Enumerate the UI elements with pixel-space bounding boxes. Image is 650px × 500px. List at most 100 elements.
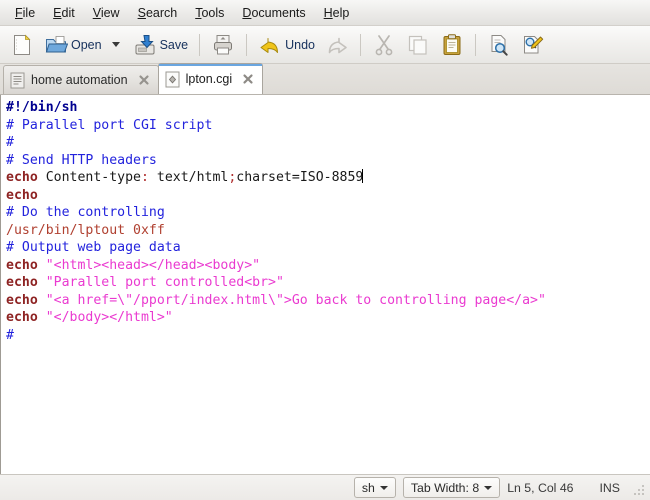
find-icon <box>491 34 508 56</box>
toolbar-separator-2 <box>246 33 248 56</box>
menu-documents-label: ocuments <box>251 5 306 20</box>
tab-home-automation-close-icon[interactable] <box>137 73 151 87</box>
code-line: # <box>6 134 649 152</box>
code-line: echo <box>6 187 649 205</box>
code-token: Content-type <box>37 170 141 185</box>
menu-view[interactable]: View <box>84 3 129 23</box>
code-token: "</body></html>" <box>45 310 173 325</box>
source-code-view[interactable]: #!/bin/sh # Parallel port CGI script # # Se… <box>1 95 649 344</box>
gedit-window: File Edit View Search Tools Documents He… <box>0 0 650 500</box>
replace-button[interactable] <box>516 29 550 61</box>
code-line: /usr/bin/lptout 0xff <box>6 222 649 240</box>
menu-edit[interactable]: Edit <box>44 3 84 23</box>
toolbar-separator-1 <box>199 33 201 56</box>
menu-view-mnemonic: V <box>92 5 101 20</box>
code-line: # Parallel port CGI script <box>6 117 649 135</box>
cut-button <box>367 29 401 61</box>
menu-file[interactable]: File <box>6 3 44 23</box>
open-dropdown-arrow-icon[interactable] <box>111 42 120 47</box>
code-line: echo "<html><head></head><body>" <box>6 257 649 275</box>
code-token: : <box>140 170 149 185</box>
code-token: # Parallel port CGI script <box>6 117 213 133</box>
menu-view-label: iew <box>100 5 120 20</box>
menu-edit-mnemonic: E <box>53 5 62 20</box>
code-line: # Send HTTP headers <box>6 152 649 170</box>
resize-grip[interactable] <box>634 481 646 495</box>
menu-help-label: elp <box>332 5 350 20</box>
new-button[interactable] <box>5 29 39 61</box>
code-token: echo <box>6 170 38 185</box>
code-token: # Do the controlling <box>6 205 165 220</box>
menu-documents[interactable]: Documents <box>233 3 314 23</box>
code-token: # <box>6 327 14 343</box>
paste-button[interactable] <box>435 29 469 61</box>
open-folder-icon <box>45 35 68 52</box>
menu-help-mnemonic: H <box>323 5 333 20</box>
find-button[interactable] <box>482 29 516 61</box>
code-line: echo "<a href=\"/pport/index.html\">Go b… <box>6 292 649 310</box>
code-line: echo "</body></html>" <box>6 309 649 327</box>
code-token: # Send HTTP headers <box>6 152 157 168</box>
tab-home-automation[interactable]: home automation <box>3 65 159 94</box>
find-replace-icon <box>523 35 544 53</box>
script-file-icon <box>165 71 180 87</box>
tab-width-dropdown-arrow-icon <box>484 485 493 490</box>
clipboard-paste-icon <box>443 33 461 55</box>
menu-help[interactable]: Help <box>315 3 359 23</box>
print-button[interactable] <box>206 29 240 61</box>
tab-lpton-cgi[interactable]: lpton.cgi <box>157 63 264 94</box>
copy-icon <box>408 35 427 55</box>
menu-file-mnemonic: F <box>15 5 23 20</box>
toolbar-separator-3 <box>359 33 361 56</box>
code-line: # Do the controlling <box>6 204 649 222</box>
menu-tools-label: ools <box>201 5 225 20</box>
code-token: # <box>6 135 14 150</box>
code-token: text/html <box>148 170 229 185</box>
tab-bar: home automation lpton.cgi <box>0 63 650 95</box>
tab-lpton-cgi-close-icon[interactable] <box>241 72 255 86</box>
menu-edit-label: dit <box>61 5 75 20</box>
save-button[interactable]: Save <box>128 29 194 61</box>
save-disk-icon <box>135 34 155 54</box>
code-token: "<html><head></head><body>" <box>45 257 261 273</box>
menu-search-label: earch <box>145 5 178 20</box>
menu-file-label: ile <box>22 5 36 20</box>
code-line: # <box>6 327 649 345</box>
code-token: "<a href=\"/pport/index.html\">Go back t… <box>45 292 546 308</box>
undo-arrow-icon <box>260 37 279 53</box>
language-selector[interactable]: sh <box>353 477 396 498</box>
copy-button <box>401 29 435 61</box>
toolbar-separator-4 <box>474 33 476 56</box>
code-token: echo <box>6 310 38 325</box>
tab-width-label: Tab Width: 8 <box>410 480 480 495</box>
open-button-label: Open <box>71 37 102 52</box>
code-line: echo "Parallel port controlled<br>" <box>6 274 649 292</box>
language-selector-label: sh <box>361 480 375 495</box>
redo-arrow-icon <box>328 37 347 53</box>
menu-search-mnemonic: S <box>137 5 146 20</box>
menu-search[interactable]: Search <box>129 3 187 23</box>
cursor-position: Ln 5, Col 46 <box>507 480 574 495</box>
code-token: echo <box>6 187 38 203</box>
editor-area[interactable]: #!/bin/sh # Parallel port CGI script # # Se… <box>0 95 650 474</box>
new-document-icon <box>14 34 31 55</box>
redo-button <box>320 29 354 61</box>
menu-tools[interactable]: Tools <box>186 3 233 23</box>
code-token: echo <box>6 275 38 290</box>
tab-home-automation-label: home automation <box>31 73 128 87</box>
text-cursor <box>362 169 364 183</box>
open-button[interactable]: Open <box>39 29 128 61</box>
language-dropdown-arrow-icon <box>379 485 388 490</box>
undo-button[interactable]: Undo <box>253 29 320 61</box>
code-token: #!/bin/sh <box>6 100 78 115</box>
code-token: /usr/bin/lptout 0xff <box>6 222 165 238</box>
status-bar: sh Tab Width: 8 Ln 5, Col 46 INS <box>0 474 650 500</box>
code-line: # Output web page data <box>6 239 649 257</box>
save-button-label: Save <box>159 37 189 52</box>
tab-width-selector[interactable]: Tab Width: 8 <box>402 477 501 498</box>
code-line: echo Content-type: text/html;charset=ISO… <box>6 169 649 187</box>
